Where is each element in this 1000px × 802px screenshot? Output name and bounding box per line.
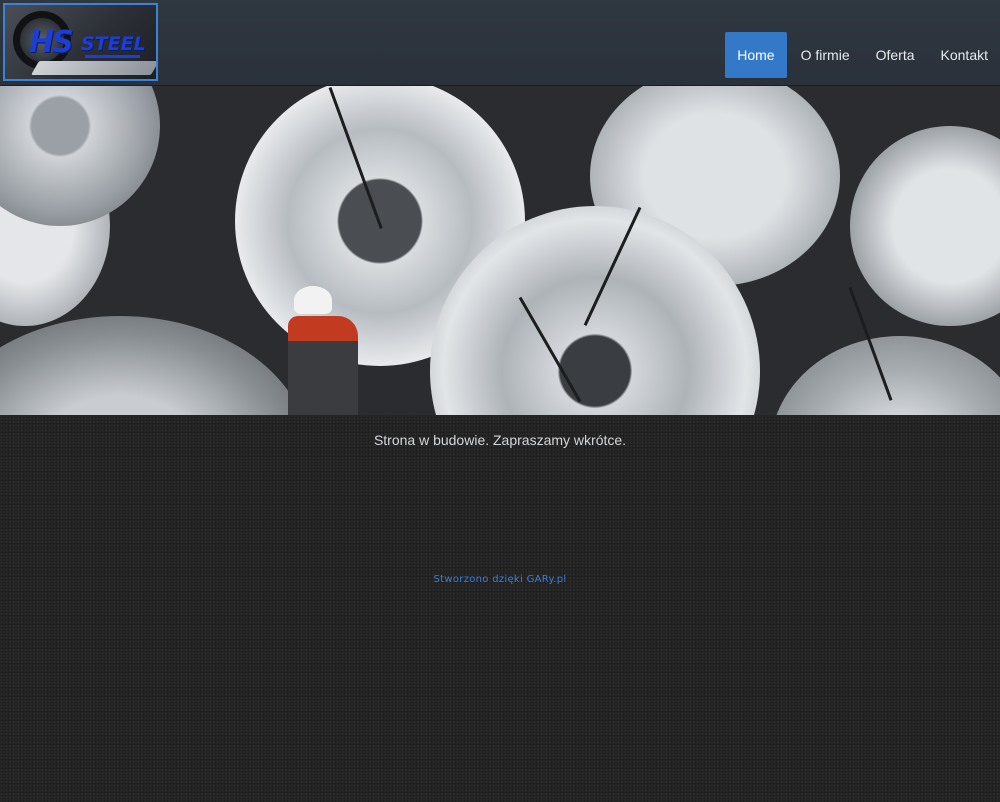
logo-steel-sweep-graphic [30,61,156,75]
steel-coil-image [0,316,310,415]
logo-word: STEEL [81,33,146,55]
nav-item-home[interactable]: Home [725,32,787,78]
logo-underline [85,55,140,58]
nav-item-kontakt[interactable]: Kontakt [929,32,1000,78]
worker-figure [288,286,368,415]
main-navigation: Home O firmie Oferta Kontakt [723,32,1000,78]
nav-item-oferta[interactable]: Oferta [864,32,927,78]
site-header: HS STEEL Home O firmie Oferta Kontakt [0,0,1000,86]
nav-item-o-firmie[interactable]: O firmie [789,32,862,78]
footer-credit-link[interactable]: Stworzono dzięki GARy.pl [0,574,1000,585]
logo-letters: HS [29,25,74,60]
under-construction-notice: Strona w budowie. Zapraszamy wkrótce. [373,432,627,448]
hero-slider[interactable] [0,86,1000,415]
steel-coil-image [0,86,160,226]
steel-coil-image [770,336,1000,415]
worker-body-graphic [288,316,358,415]
helmet-graphic [294,286,332,314]
hs-steel-logo[interactable]: HS STEEL [3,3,158,81]
steel-coil-image [850,126,1000,326]
